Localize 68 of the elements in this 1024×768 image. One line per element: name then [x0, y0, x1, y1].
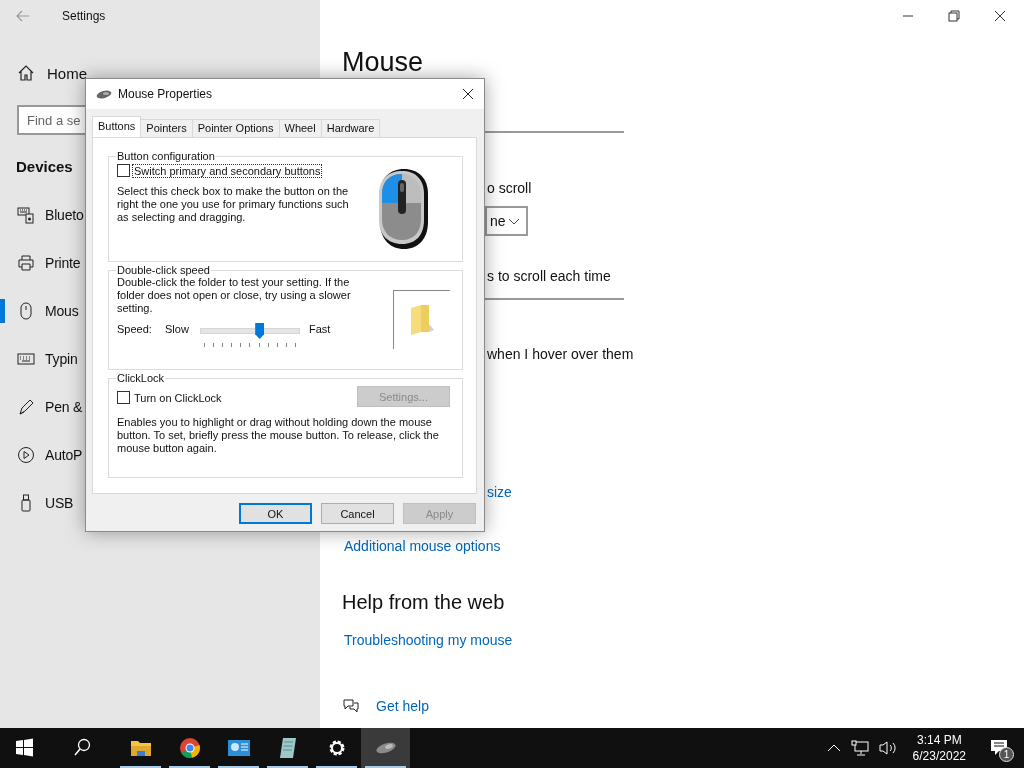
search-field[interactable]: Find a se: [17, 105, 85, 135]
control-panel-icon: [226, 738, 251, 758]
checkbox-label[interactable]: Switch primary and secondary buttons: [133, 164, 322, 177]
tab[interactable]: Pointer Options: [191, 119, 280, 137]
slider-min-label: Slow: [165, 323, 190, 335]
slider-max-label: Fast: [309, 323, 331, 335]
help-link[interactable]: Troubleshooting my mouse: [344, 630, 513, 650]
scroll-dropdown[interactable]: ne: [485, 206, 528, 236]
play-circle-icon: [17, 446, 35, 464]
chat-bubble-icon: [342, 698, 360, 714]
window-title: Settings: [62, 9, 106, 23]
volume-icon[interactable]: [878, 740, 899, 756]
home-icon: [17, 64, 35, 82]
folder-icon: [409, 304, 435, 336]
setting-label: when I hover over them: [487, 345, 634, 364]
home-nav-item[interactable]: Home: [0, 60, 87, 86]
notepad-icon: [277, 737, 298, 759]
description: Enables you to highlight or drag without holding down the mouse button. To set, briefly press the mouse button. To release, click the mouse button again.: [117, 416, 440, 455]
chevron-up-icon[interactable]: [826, 744, 841, 752]
page-heading: Mouse: [342, 48, 424, 76]
taskbar-app[interactable]: [361, 728, 410, 768]
tab[interactable]: Hardware: [320, 119, 381, 137]
mouse-icon: [17, 302, 35, 320]
description: Double-click the folder to test your setting. If the folder does not open or close, try using a slower setting.: [117, 276, 352, 315]
description: Select this check box to make the button on the right the one you use for primary functions such as selecting and dragging.: [117, 185, 350, 224]
nav-item[interactable]: Pen &: [0, 383, 85, 431]
dialog-button[interactable]: Cancel: [321, 503, 394, 524]
section-heading: Devices: [16, 158, 73, 175]
printer-icon: [17, 254, 35, 272]
dialog-title: Mouse Properties: [118, 87, 213, 101]
nav-item[interactable]: Mous: [0, 287, 85, 335]
network-icon[interactable]: [850, 740, 869, 756]
keyboard-speaker-icon: [17, 206, 35, 224]
chevron-down-icon: [508, 217, 520, 225]
slider-thumb[interactable]: [255, 323, 265, 339]
restore-icon[interactable]: [948, 10, 960, 22]
mouse-icon: [374, 742, 397, 754]
nav-item[interactable]: Blueto: [0, 191, 85, 239]
nav-item[interactable]: AutoP: [0, 431, 85, 479]
folder-icon: [129, 738, 152, 758]
group-title: Double-click speed: [116, 264, 211, 276]
checkbox-label[interactable]: Turn on ClickLock: [133, 391, 223, 404]
section-heading: Help from the web: [342, 590, 505, 614]
dialog-button[interactable]: OK: [239, 503, 312, 524]
speed-label: Speed:: [117, 323, 153, 335]
nav-item[interactable]: USB: [0, 479, 85, 527]
clock[interactable]: 3:14 PM 6/23/2022: [912, 732, 966, 764]
settings-link[interactable]: size: [487, 482, 512, 502]
browser-icon: [178, 737, 201, 759]
pen-icon: [17, 398, 35, 416]
test-folder-area[interactable]: [393, 290, 450, 349]
close-icon[interactable]: [462, 88, 474, 100]
close-icon[interactable]: [994, 10, 1006, 22]
settings-link[interactable]: Additional mouse options: [344, 536, 501, 556]
checkbox[interactable]: [117, 164, 130, 177]
notification-badge: 1: [999, 747, 1014, 762]
group-title: ClickLock: [116, 372, 166, 384]
setting-label: s to scroll each time: [487, 267, 611, 286]
group-title: Button configuration: [116, 150, 216, 162]
checkbox[interactable]: [117, 391, 130, 404]
get-help-link[interactable]: Get help: [376, 696, 429, 716]
mouse-icon: [378, 168, 430, 250]
nav-item[interactable]: Typin: [0, 335, 85, 383]
tab[interactable]: Buttons: [92, 116, 142, 137]
nav-item[interactable]: Printe: [0, 239, 85, 287]
setting-label: o scroll: [487, 179, 532, 198]
keyboard-icon: [17, 350, 35, 368]
mouse-icon: [96, 89, 112, 99]
